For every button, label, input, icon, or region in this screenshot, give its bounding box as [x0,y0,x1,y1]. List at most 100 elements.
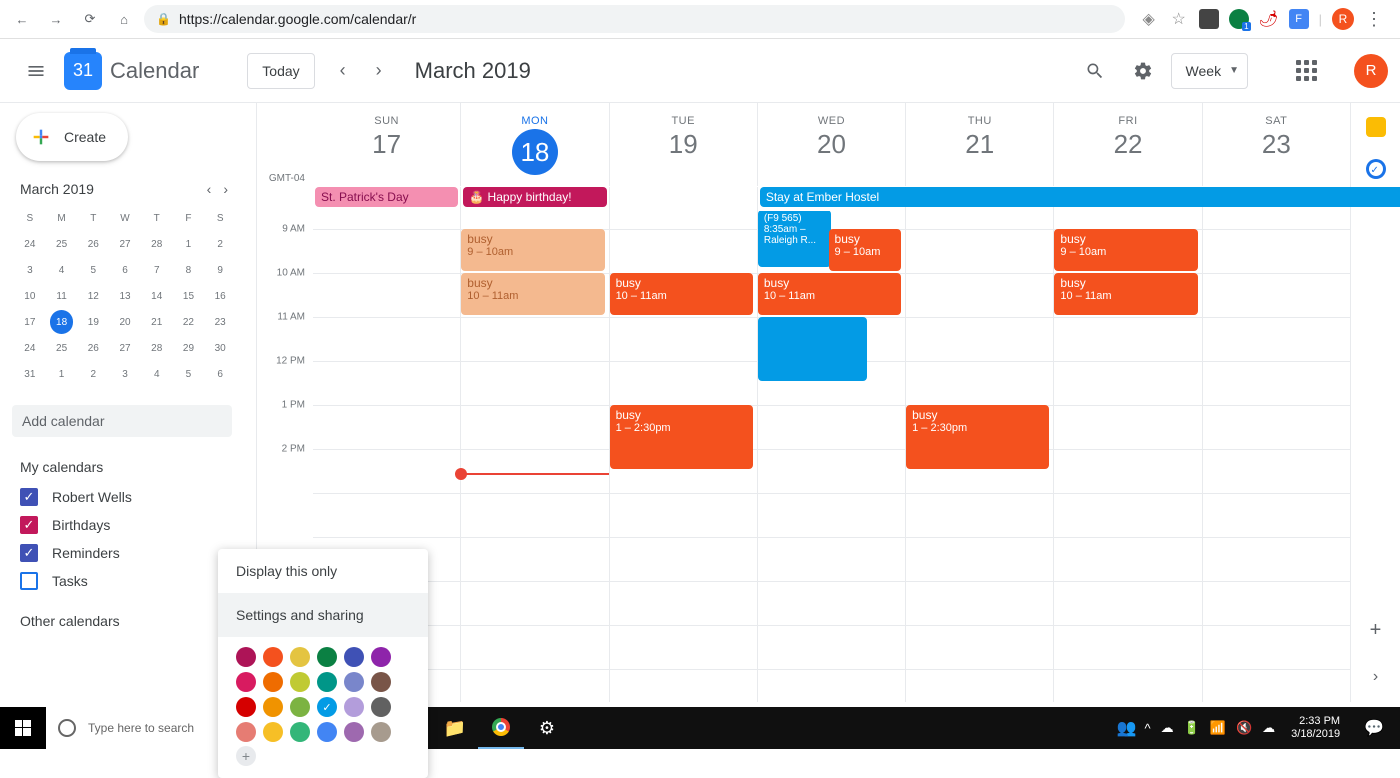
settings-icon[interactable] [1123,51,1163,91]
day-column[interactable] [1202,211,1350,702]
mini-day[interactable]: 12 [77,283,109,309]
next-week-button[interactable]: › [361,53,397,89]
color-option[interactable] [263,672,283,692]
color-option[interactable] [290,672,310,692]
keep-icon[interactable] [1366,117,1386,137]
mini-day[interactable]: 26 [77,231,109,257]
mini-day[interactable]: 17 [14,309,46,335]
color-option[interactable] [236,722,256,742]
day-column[interactable]: busy9 – 10ambusy10 – 11am [1053,211,1201,702]
mini-day[interactable]: 27 [109,231,141,257]
mini-day[interactable]: 10 [14,283,46,309]
mini-day[interactable]: 6 [109,257,141,283]
mini-day[interactable]: 19 [77,309,109,335]
search-icon[interactable] [1075,51,1115,91]
allday-cell[interactable] [609,187,757,211]
color-option[interactable] [317,722,337,742]
mini-day[interactable]: 11 [46,283,78,309]
ext-icon[interactable]: F [1289,9,1309,29]
color-option[interactable] [317,672,337,692]
tasks-icon[interactable]: ✓ [1366,159,1386,179]
color-option[interactable] [263,722,283,742]
ext-icon[interactable]: ◈ [1139,9,1159,29]
mini-day[interactable]: 2 [77,361,109,387]
color-option[interactable] [290,697,310,717]
color-option[interactable] [236,697,256,717]
cloud-icon[interactable]: ☁ [1161,720,1174,736]
event-stay-ember-hostel[interactable]: Stay at Ember Hostel [760,187,1400,207]
color-option[interactable] [371,722,391,742]
day-header[interactable]: SAT23 [1202,103,1350,186]
steam-icon[interactable]: ⚙ [524,707,570,749]
calendar-checkbox[interactable]: ✓ [20,488,38,506]
view-selector[interactable]: Week▼ [1171,53,1248,89]
color-option[interactable] [371,647,391,667]
mini-day[interactable]: 15 [173,283,205,309]
color-option[interactable] [236,672,256,692]
color-option[interactable] [317,647,337,667]
display-only-option[interactable]: Display this only [218,549,428,593]
mini-day[interactable]: 28 [141,335,173,361]
forward-button[interactable]: → [42,5,70,33]
calendar-event[interactable]: busy10 – 11am [610,273,753,315]
people-icon[interactable]: 👥 [1117,718,1137,738]
color-option[interactable] [371,672,391,692]
google-apps-icon[interactable] [1286,51,1326,91]
mini-day[interactable]: 4 [46,257,78,283]
mini-day[interactable]: 25 [46,231,78,257]
mini-day[interactable]: 24 [14,335,46,361]
mini-day[interactable]: 22 [173,309,205,335]
mini-day[interactable]: 24 [14,231,46,257]
mini-day[interactable]: 28 [141,231,173,257]
day-header[interactable]: THU21 [905,103,1053,186]
color-option[interactable] [344,672,364,692]
mini-day[interactable]: 3 [14,257,46,283]
day-column[interactable]: busy1 – 2:30pm [905,211,1053,702]
home-button[interactable]: ⌂ [110,5,138,33]
mini-day[interactable]: 31 [14,361,46,387]
calendar-event[interactable]: busy9 – 10am [1054,229,1197,271]
mini-day[interactable]: 23 [204,309,236,335]
start-button[interactable] [0,707,46,749]
mini-day[interactable]: 1 [173,231,205,257]
mini-day[interactable]: 8 [173,257,205,283]
color-option[interactable] [344,647,364,667]
color-option[interactable] [263,647,283,667]
ext-icon[interactable] [1199,9,1219,29]
mini-day[interactable]: 18 [50,310,74,334]
chrome-icon[interactable] [478,707,524,749]
taskbar-clock[interactable]: 2:33 PM 3/18/2019 [1283,715,1348,741]
calendar-item[interactable]: ✓Robert Wells [12,483,256,511]
day-column[interactable]: (F9 565)8:35am –Raleigh R...busy9 – 10am… [757,211,905,702]
day-column[interactable]: busy10 – 11am busy1 – 2:30pm [609,211,757,702]
add-calendar-input[interactable]: Add calendar [12,405,232,437]
color-option[interactable] [290,722,310,742]
calendar-event[interactable]: busy10 – 11am [1054,273,1197,315]
tray-chevron-icon[interactable]: ^ [1144,721,1150,736]
star-icon[interactable]: ☆ [1169,9,1189,29]
allday-cell[interactable]: St. Patrick's Day [313,187,460,211]
mini-day[interactable]: 6 [204,361,236,387]
color-option[interactable] [236,647,256,667]
mini-day[interactable]: 13 [109,283,141,309]
day-header[interactable]: WED20 [757,103,905,186]
prev-week-button[interactable]: ‹ [325,53,361,89]
calendar-event[interactable]: busy1 – 2:30pm [610,405,753,469]
settings-sharing-option[interactable]: Settings and sharing [218,593,428,637]
back-button[interactable]: ← [8,5,36,33]
calendar-event[interactable]: busy9 – 10am [461,229,604,271]
ext-icon[interactable]: 1 [1229,9,1249,29]
mini-day[interactable]: 4 [141,361,173,387]
calendar-checkbox[interactable] [20,572,38,590]
notification-icon[interactable]: 💬 [1356,718,1392,738]
create-button[interactable]: Create [16,113,128,161]
color-option[interactable]: ✓ [317,697,337,717]
reload-button[interactable]: ⟳ [76,5,104,33]
mini-next-month[interactable]: › [223,181,228,197]
today-button[interactable]: Today [247,53,314,89]
day-header[interactable]: MON18 [460,103,608,186]
mini-day[interactable]: 29 [173,335,205,361]
file-explorer-icon[interactable]: 📁 [432,707,478,749]
calendar-event[interactable] [758,317,867,381]
volume-icon[interactable]: 🔇 [1236,720,1252,736]
